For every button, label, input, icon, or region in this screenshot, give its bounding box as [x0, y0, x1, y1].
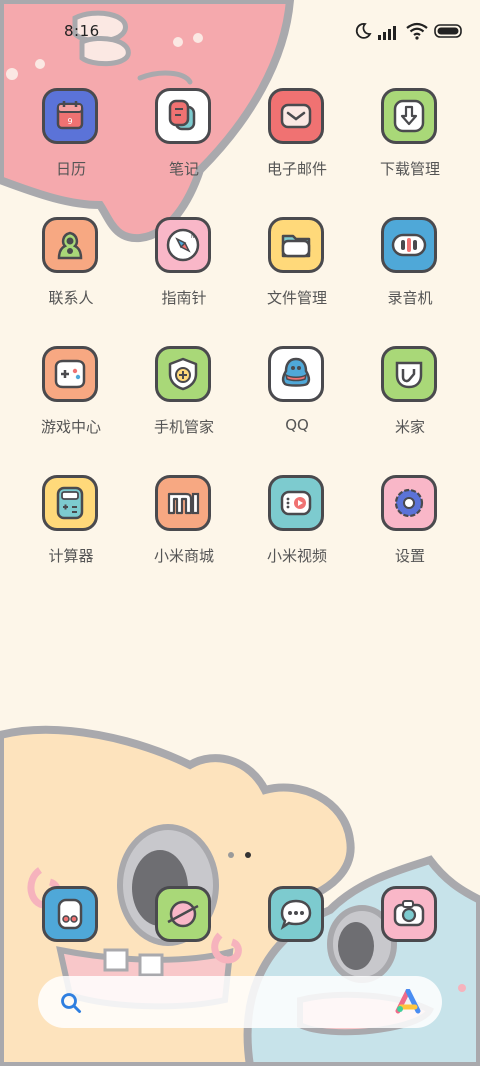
app-label: 小米视频: [266, 547, 327, 565]
app-qq[interactable]: QQ: [247, 346, 347, 456]
phone-dialer-icon: [57, 898, 83, 930]
app-downloads[interactable]: 下载管理: [360, 88, 460, 198]
folder-icon: [281, 234, 311, 258]
app-tile: [42, 346, 98, 402]
download-icon: [393, 99, 425, 133]
page-dot[interactable]: [228, 852, 234, 858]
app-tile: [42, 475, 98, 531]
app-tile: [268, 475, 324, 531]
messages-icon: [280, 899, 312, 931]
app-label: 小米商城: [153, 547, 214, 565]
app-files[interactable]: 文件管理: [247, 217, 347, 327]
app-tile: [155, 88, 211, 144]
app-label: 米家: [394, 418, 425, 436]
app-calendar[interactable]: 9 日历: [21, 88, 121, 198]
recorder-icon: [391, 233, 427, 257]
app-label: 笔记: [168, 160, 199, 178]
app-label: 计算器: [48, 547, 94, 565]
app-tile: [155, 346, 211, 402]
gamepad-icon: [54, 359, 86, 389]
app-tile: [155, 886, 211, 942]
battery-icon: [434, 24, 462, 38]
app-tile: [381, 88, 437, 144]
calculator-icon: [56, 486, 84, 520]
app-recorder[interactable]: 录音机: [360, 217, 460, 327]
email-icon: [280, 103, 312, 129]
search-bar[interactable]: [38, 976, 442, 1028]
assistant-icon[interactable]: [394, 989, 422, 1015]
moon-icon: [355, 23, 372, 39]
wifi-icon: [406, 22, 428, 40]
app-label: 游戏中心: [40, 418, 101, 436]
app-tile: [42, 886, 98, 942]
app-label: 文件管理: [266, 289, 327, 307]
app-tile: [381, 475, 437, 531]
app-label: 电子邮件: [266, 160, 327, 178]
contacts-icon: [57, 231, 83, 260]
app-email[interactable]: 电子邮件: [247, 88, 347, 198]
compass-icon: N: [166, 228, 200, 262]
gear-icon: [394, 488, 424, 518]
svg-text:N: N: [191, 234, 195, 240]
app-label: QQ: [285, 416, 309, 434]
app-tile: [268, 346, 324, 402]
app-tile: N: [155, 217, 211, 273]
search-icon[interactable]: [60, 992, 82, 1014]
app-label: 下载管理: [379, 160, 440, 178]
page-dot-active[interactable]: [245, 852, 251, 858]
status-time: 8:16: [64, 22, 100, 40]
app-notes[interactable]: 笔记: [134, 88, 234, 198]
app-tile: [381, 886, 437, 942]
app-label: 联系人: [48, 289, 94, 307]
app-tile: [42, 217, 98, 273]
app-security[interactable]: 手机管家: [134, 346, 234, 456]
notes-icon: [168, 99, 196, 131]
browser-planet-icon: [167, 900, 199, 928]
calendar-icon: 9: [56, 101, 84, 130]
app-mi-store[interactable]: 小米商城: [134, 475, 234, 585]
shield-icon: [168, 357, 198, 391]
app-tile: [268, 88, 324, 144]
app-mijia[interactable]: 米家: [360, 346, 460, 456]
app-tile: 9: [42, 88, 98, 144]
app-tile: [381, 346, 437, 402]
video-icon: [280, 490, 312, 516]
app-game-center[interactable]: 游戏中心: [21, 346, 121, 456]
app-tile: [155, 475, 211, 531]
mijia-icon: [395, 361, 423, 389]
app-mi-video[interactable]: 小米视频: [247, 475, 347, 585]
app-tile: [268, 886, 324, 942]
app-label: 设置: [394, 547, 425, 565]
app-tile: [268, 217, 324, 273]
app-compass[interactable]: N 指南针: [134, 217, 234, 327]
status-bar: 8:16: [0, 0, 480, 62]
qq-penguin-icon: [281, 357, 311, 387]
app-settings[interactable]: 设置: [360, 475, 460, 585]
app-contacts[interactable]: 联系人: [21, 217, 121, 327]
camera-icon: [393, 900, 425, 927]
app-label: 日历: [55, 160, 86, 178]
app-label: 手机管家: [153, 418, 214, 436]
signal-icon: [378, 26, 396, 40]
svg-text:9: 9: [67, 117, 72, 126]
app-label: 指南针: [161, 289, 207, 307]
app-label: 录音机: [387, 289, 433, 307]
app-calculator[interactable]: 计算器: [21, 475, 121, 585]
app-tile: [381, 217, 437, 273]
mi-store-icon: [167, 492, 200, 515]
